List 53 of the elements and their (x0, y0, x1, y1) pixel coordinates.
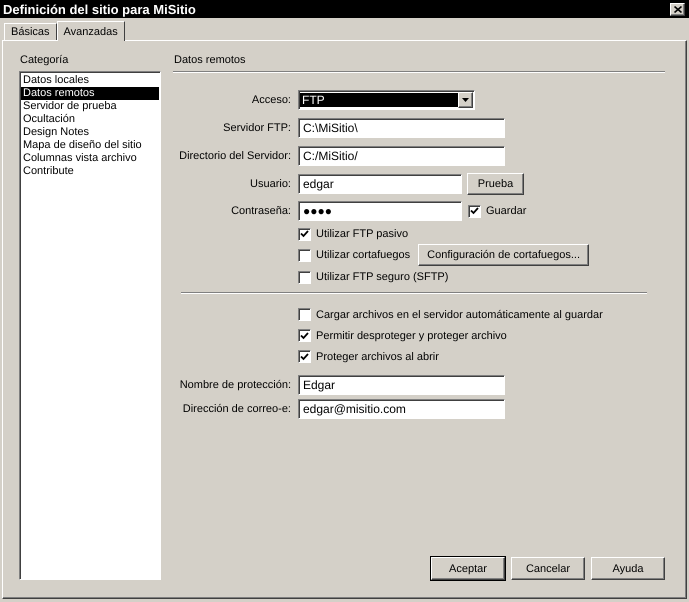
input-field[interactable]: Edgar (298, 375, 505, 395)
checkbox-label: Utilizar FTP seguro (SFTP) (316, 271, 448, 283)
test-button[interactable]: Prueba (467, 173, 524, 195)
close-button[interactable] (670, 2, 685, 16)
close-icon (674, 6, 682, 12)
dialog-button[interactable]: Cancelar (511, 557, 585, 580)
category-item[interactable]: Servidor de prueba (21, 100, 159, 113)
checkmark-icon (300, 230, 309, 238)
tab[interactable]: Avanzadas (56, 21, 125, 41)
checkbox-label: Utilizar cortafuegos (316, 249, 410, 261)
checkbox[interactable] (298, 308, 311, 321)
field-label: Contraseña: (230, 205, 291, 217)
field-label: Nombre de protección: (178, 379, 291, 391)
category-item[interactable]: Ocultación (21, 113, 159, 126)
dialog-button[interactable]: Aceptar (431, 557, 505, 580)
access-dropdown[interactable]: FTP (298, 90, 475, 110)
dialog-button[interactable]: Ayuda (591, 557, 665, 580)
category-item[interactable]: Contribute (21, 165, 159, 178)
checkbox-label: Cargar archivos en el servidor automáticamente al guardar (316, 308, 603, 320)
input-field[interactable]: ●●●● (298, 201, 462, 221)
category-item[interactable]: Columnas vista archivo (21, 152, 159, 165)
category-label: Categoría (19, 54, 70, 68)
checkbox-label: Proteger archivos al abrir (316, 350, 439, 362)
checkbox[interactable] (298, 248, 311, 262)
field-label: Directorio del Servidor: (178, 150, 291, 162)
checkbox-label: Permitir desproteger y proteger archivo (316, 330, 507, 342)
category-item[interactable]: Datos locales (21, 74, 159, 87)
input-field[interactable]: C:/MiSitio/ (298, 146, 505, 166)
checkmark-icon (300, 352, 309, 360)
field-label: Usuario: (249, 178, 291, 190)
checkbox[interactable] (298, 270, 311, 284)
checkbox[interactable] (468, 204, 481, 218)
tab[interactable]: Básicas (4, 23, 57, 40)
input-field[interactable]: edgar@misitio.com (298, 399, 505, 419)
window-title: Definición del sitio para MiSitio (3, 2, 196, 16)
category-item[interactable]: Design Notes (21, 126, 159, 139)
field-label: Acceso: (250, 94, 291, 106)
input-field[interactable]: edgar (298, 174, 462, 194)
checkbox-label: Utilizar FTP pasivo (316, 228, 408, 240)
field-label: Servidor FTP: (222, 122, 291, 134)
field-label: Dirección de correo-e: (182, 403, 291, 415)
checkbox[interactable] (298, 350, 311, 363)
firewall-settings-button[interactable]: Configuración de cortafuegos... (418, 244, 590, 266)
checkmark-icon (300, 332, 309, 340)
checkmark-icon (470, 207, 479, 215)
checkbox[interactable] (298, 228, 311, 240)
checkbox[interactable] (298, 329, 311, 342)
category-item[interactable]: Datos remotos (21, 87, 159, 100)
input-field[interactable]: C:\MiSitio\ (298, 118, 505, 138)
category-item[interactable]: Mapa de diseño del sitio (21, 139, 159, 152)
section-title: Datos remotos (173, 54, 247, 68)
checkbox-label: Guardar (486, 205, 526, 217)
dropdown-arrow-icon (462, 98, 469, 102)
